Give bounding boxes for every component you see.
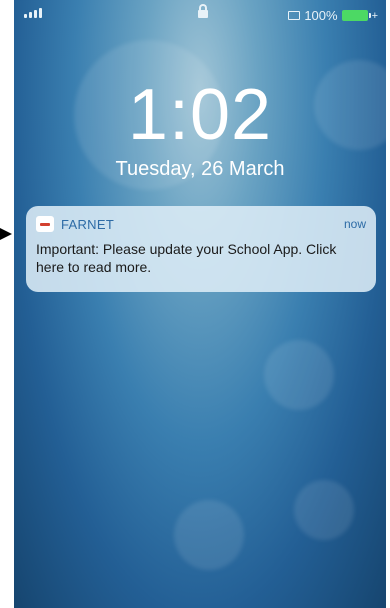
charging-icon: + [371, 9, 378, 22]
notification-app-name: FARNET [61, 216, 115, 232]
battery-percent: 100% [304, 8, 338, 23]
notification-time: now [343, 217, 366, 231]
status-bar: 100% + [14, 0, 386, 30]
lock-date: Tuesday, 26 March [115, 158, 285, 180]
airplay-icon [288, 11, 301, 20]
notification-header: FARNET now [36, 214, 366, 234]
signal-icon [24, 8, 42, 18]
pointer-arrow-icon [0, 228, 12, 240]
lock-clock: 1:02 [127, 75, 273, 155]
battery-icon [341, 10, 371, 21]
status-right: 100% + [288, 8, 378, 23]
bokeh-decoration [264, 340, 334, 410]
lock-screen: 100% + 1:02 Tuesday, 26 March FARNET now… [14, 0, 386, 608]
lock-icon [198, 4, 208, 18]
bokeh-decoration [174, 500, 244, 570]
bokeh-decoration [294, 480, 354, 540]
app-icon [36, 216, 54, 232]
notification-banner[interactable]: FARNET now Important: Please update your… [26, 206, 376, 292]
notification-message: Important: Please update your School App… [36, 241, 337, 275]
